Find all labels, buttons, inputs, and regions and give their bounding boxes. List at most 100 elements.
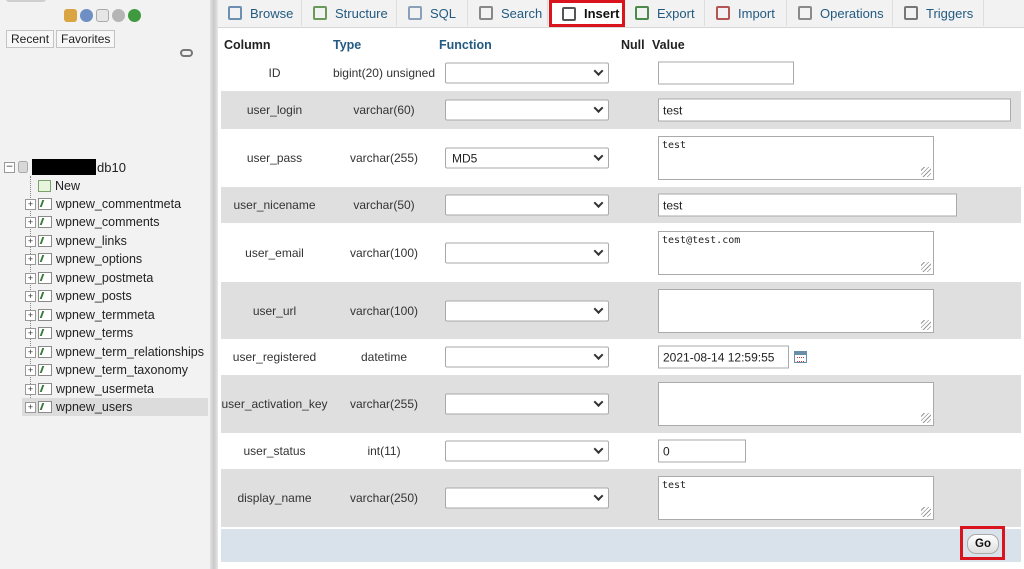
table-name[interactable]: wpnew_terms (56, 326, 133, 340)
function-select[interactable] (445, 346, 609, 368)
table-name[interactable]: wpnew_termmeta (56, 308, 155, 322)
value-input[interactable]: 0 (658, 439, 746, 463)
table-node[interactable]: + wpnew_usermeta (22, 380, 208, 398)
expand-icon[interactable]: + (25, 346, 36, 358)
function-select[interactable] (445, 440, 609, 462)
table-icon[interactable] (38, 383, 52, 395)
value-input[interactable]: test (658, 98, 1011, 122)
table-icon[interactable] (38, 309, 52, 321)
new-table-label[interactable]: New (55, 179, 80, 193)
tab-insert[interactable]: Insert (549, 0, 625, 27)
table-icon[interactable] (38, 364, 52, 376)
table-icon[interactable] (38, 327, 52, 339)
function-select[interactable] (445, 487, 609, 509)
function-select[interactable] (445, 393, 609, 415)
table-node[interactable]: + wpnew_users (22, 398, 208, 416)
expand-icon[interactable]: + (25, 290, 36, 302)
tab-sql[interactable]: SQL (398, 0, 468, 26)
header-type[interactable]: Type (333, 38, 361, 54)
tab-browse[interactable]: Browse (218, 0, 302, 26)
table-node[interactable]: + wpnew_links (22, 232, 208, 250)
value-textarea[interactable] (658, 382, 934, 426)
resize-grip-icon[interactable] (921, 167, 931, 177)
expand-icon[interactable]: + (25, 364, 36, 376)
recent-tab[interactable]: Recent (6, 30, 55, 48)
expand-icon[interactable]: + (25, 401, 36, 413)
function-select[interactable] (445, 194, 609, 216)
table-name[interactable]: wpnew_links (56, 234, 127, 248)
table-name[interactable]: wpnew_term_taxonomy (56, 363, 188, 377)
function-select[interactable] (445, 62, 609, 84)
expand-icon[interactable]: + (25, 309, 36, 321)
expand-icon[interactable]: + (25, 216, 36, 228)
resize-grip-icon[interactable] (921, 261, 931, 272)
table-icon[interactable] (38, 272, 52, 284)
expand-icon[interactable]: + (25, 253, 36, 265)
value-input[interactable]: test (658, 193, 957, 217)
calendar-icon[interactable] (794, 351, 807, 363)
tab-export[interactable]: Export (625, 0, 705, 26)
tab-triggers[interactable]: Triggers (894, 0, 984, 26)
value-input[interactable]: 2021-08-14 12:59:55 (658, 345, 789, 369)
expand-icon[interactable]: + (25, 327, 36, 339)
expand-icon[interactable]: + (25, 198, 36, 210)
value-textarea[interactable]: test@test.com (658, 230, 934, 275)
new-table-link[interactable]: New (22, 177, 208, 195)
function-select[interactable] (445, 99, 609, 121)
resize-handle[interactable] (210, 0, 218, 569)
function-select[interactable] (445, 242, 609, 263)
go-button[interactable]: Go (967, 534, 999, 554)
table-icon[interactable] (38, 346, 52, 358)
collapse-icon[interactable]: − (4, 161, 15, 173)
table-node[interactable]: + wpnew_posts (22, 287, 208, 305)
tab-operations[interactable]: Operations (788, 0, 893, 26)
table-node[interactable]: + wpnew_term_relationships (22, 343, 208, 361)
function-select[interactable] (445, 300, 609, 321)
tab-search[interactable]: Search (469, 0, 548, 26)
table-node[interactable]: + wpnew_commentmeta (22, 195, 208, 213)
settings-icon[interactable] (112, 9, 125, 22)
table-icon[interactable] (38, 235, 52, 247)
value-textarea[interactable] (658, 288, 934, 333)
docs-icon[interactable] (96, 9, 109, 22)
favorites-tab[interactable]: Favorites (56, 30, 116, 48)
table-icon[interactable] (38, 198, 52, 210)
function-select[interactable]: MD5 (445, 147, 609, 169)
table-node[interactable]: + wpnew_options (22, 250, 208, 268)
value-textarea[interactable]: test (658, 136, 934, 180)
table-name[interactable]: wpnew_usermeta (56, 382, 154, 396)
table-node[interactable]: + wpnew_term_taxonomy (22, 361, 208, 379)
table-name[interactable]: wpnew_commentmeta (56, 197, 181, 211)
table-node[interactable]: + wpnew_terms (22, 324, 208, 342)
table-node[interactable]: + wpnew_termmeta (22, 306, 208, 324)
table-icon[interactable] (38, 290, 52, 302)
resize-grip-icon[interactable] (921, 507, 931, 517)
table-name[interactable]: wpnew_posts (56, 289, 132, 303)
table-name[interactable]: wpnew_term_relationships (56, 345, 204, 359)
table-name[interactable]: wpnew_users (56, 400, 132, 414)
expand-icon[interactable]: + (25, 272, 36, 284)
value-input[interactable] (658, 61, 794, 85)
table-node[interactable]: + wpnew_postmeta (22, 269, 208, 287)
link-icon[interactable] (180, 49, 193, 57)
table-name[interactable]: wpnew_options (56, 252, 142, 266)
reload-icon[interactable] (128, 9, 141, 22)
table-node[interactable]: + wpnew_comments (22, 213, 208, 231)
resize-grip-icon[interactable] (921, 413, 931, 423)
value-textarea[interactable]: test (658, 476, 934, 520)
table-name[interactable]: wpnew_comments (56, 215, 160, 229)
info-icon[interactable] (80, 9, 93, 22)
tab-structure[interactable]: Structure (303, 0, 397, 26)
header-function[interactable]: Function (439, 38, 492, 54)
expand-icon[interactable]: + (25, 383, 36, 395)
resize-grip-icon[interactable] (921, 319, 931, 330)
database-node[interactable]: − db10 (4, 158, 126, 176)
database-name[interactable]: db10 (97, 160, 126, 175)
expand-icon[interactable]: + (25, 235, 36, 247)
table-icon[interactable] (38, 253, 52, 265)
table-icon[interactable] (38, 216, 52, 228)
table-name[interactable]: wpnew_postmeta (56, 271, 153, 285)
home-icon[interactable] (64, 9, 77, 22)
table-icon[interactable] (38, 401, 52, 413)
tab-import[interactable]: Import (706, 0, 787, 26)
